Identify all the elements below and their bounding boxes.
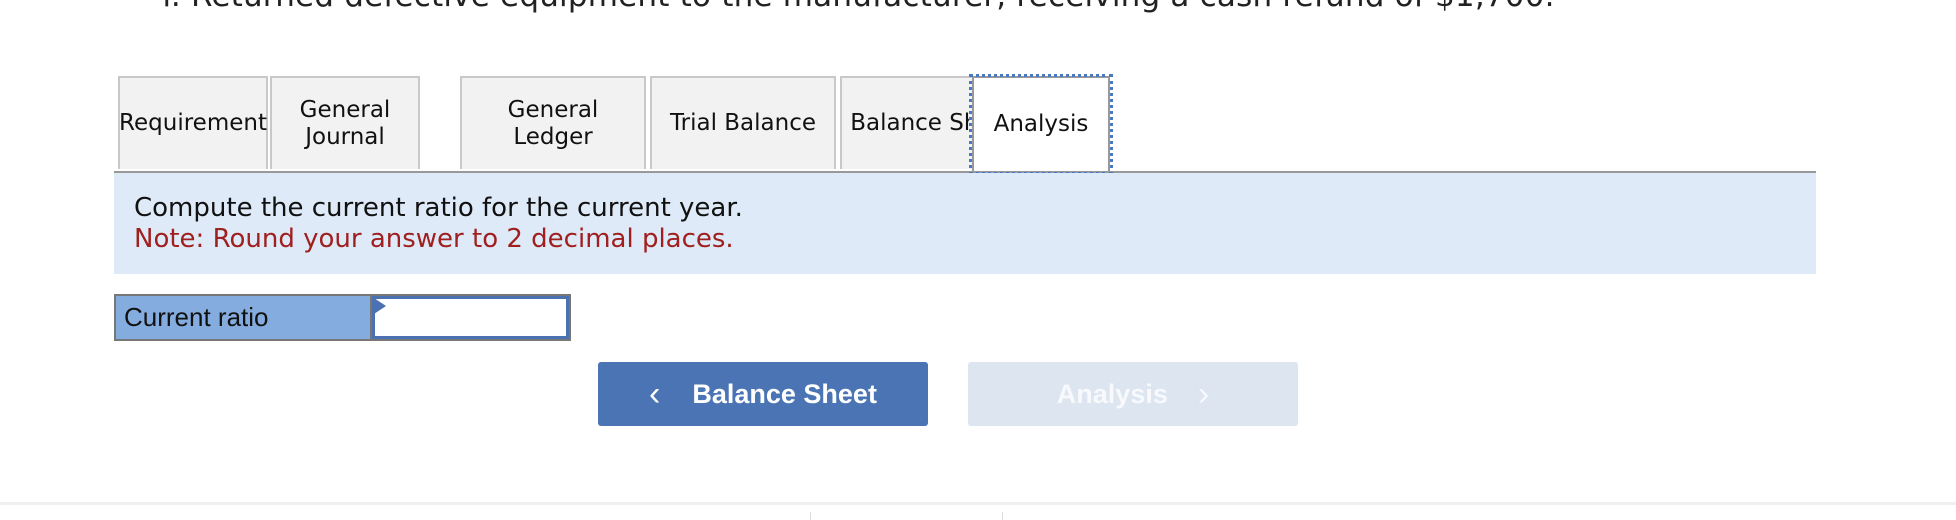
input-marker-icon bbox=[374, 298, 386, 314]
current-ratio-cell[interactable] bbox=[372, 296, 569, 339]
question-context-text: f. Returned defective equipment to the m… bbox=[162, 0, 1555, 14]
divider-tick bbox=[810, 512, 811, 520]
tab-general-ledger[interactable]: General Ledger bbox=[460, 76, 646, 169]
chevron-left-icon: ‹ bbox=[649, 374, 661, 413]
instructions-panel: Compute the current ratio for the curren… bbox=[114, 173, 1816, 274]
tab-label: General Ledger bbox=[507, 96, 599, 150]
next-analysis-button[interactable]: Analysis › bbox=[968, 362, 1298, 426]
tab-trial-balance[interactable]: Trial Balance bbox=[650, 76, 836, 169]
next-button-label: Analysis bbox=[1056, 378, 1168, 409]
current-ratio-label: Current ratio bbox=[116, 296, 372, 339]
previous-balance-sheet-button[interactable]: ‹ Balance Sheet bbox=[598, 362, 928, 426]
current-ratio-row: Current ratio bbox=[114, 294, 571, 341]
current-ratio-input[interactable] bbox=[375, 299, 566, 336]
chevron-right-icon: › bbox=[1197, 374, 1210, 413]
back-button-label: Balance Sheet bbox=[692, 378, 877, 409]
tab-general-journal[interactable]: General Journal bbox=[270, 76, 420, 169]
question-text: Compute the current ratio for the curren… bbox=[134, 193, 743, 223]
divider-tick bbox=[1002, 512, 1003, 520]
tab-analysis[interactable]: Analysis bbox=[969, 74, 1113, 175]
tab-label: Analysis bbox=[993, 111, 1089, 137]
tab-label: Requirement bbox=[119, 110, 267, 136]
tab-bar: Requirement General Journal General Ledg… bbox=[114, 73, 1816, 175]
rounding-note: Note: Round your answer to 2 decimal pla… bbox=[134, 224, 734, 254]
footer-divider bbox=[0, 502, 1956, 505]
tab-label: Trial Balance bbox=[669, 110, 817, 136]
tab-label: General Journal bbox=[299, 96, 391, 150]
tab-requirement[interactable]: Requirement bbox=[118, 76, 268, 169]
